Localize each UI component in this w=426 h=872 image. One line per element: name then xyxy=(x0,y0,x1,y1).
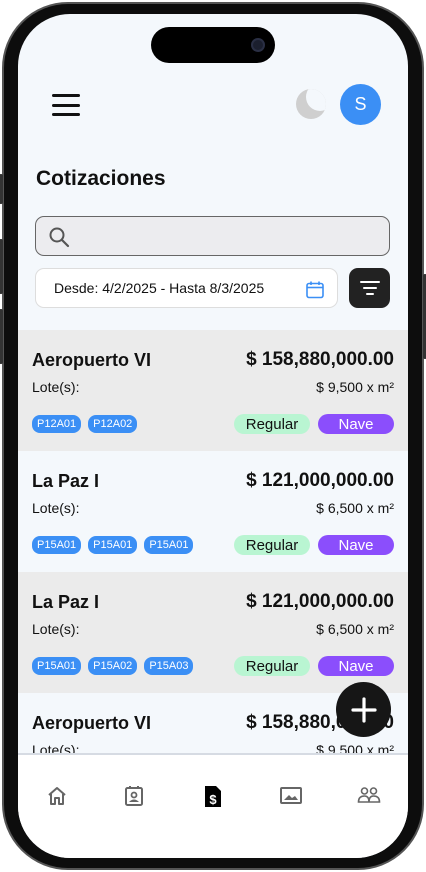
page-title: Cotizaciones xyxy=(36,167,166,190)
lot-chip: P15A01 xyxy=(88,536,138,554)
svg-text:$: $ xyxy=(209,792,217,807)
lot-chip: P15A01 xyxy=(32,536,82,554)
lot-chip: P15A01 xyxy=(144,536,194,554)
search-input[interactable] xyxy=(35,216,390,256)
search-icon xyxy=(49,227,70,248)
calendar-icon[interactable] xyxy=(305,280,325,300)
lotes-label: Lote(s): xyxy=(32,500,80,516)
quote-name: Aeropuerto VI xyxy=(32,350,152,370)
quote-card[interactable]: Aeropuerto VI $ 158,880,000.00 Lote(s): … xyxy=(18,330,408,451)
avatar[interactable]: S xyxy=(340,84,381,125)
type-badge: Regular xyxy=(234,535,310,555)
quote-total: $ 158,880,000.00 xyxy=(246,349,394,370)
add-quote-button[interactable] xyxy=(336,682,391,737)
dark-mode-toggle-icon[interactable] xyxy=(296,89,326,119)
filter-button[interactable] xyxy=(349,268,390,308)
price-per-m2: $ 6,500 x m² xyxy=(316,621,394,637)
invoice-icon[interactable]: $ xyxy=(203,785,223,809)
lot-chip: P12A01 xyxy=(32,415,82,433)
date-range-text: Desde: 4/2/2025 - Hasta 8/3/2025 xyxy=(54,280,265,296)
camera-icon xyxy=(251,38,265,52)
bottom-nav: $ xyxy=(18,753,408,858)
lotes-label: Lote(s): xyxy=(32,621,80,637)
contact-icon[interactable] xyxy=(123,785,145,807)
lot-chip: P15A03 xyxy=(144,657,194,675)
lot-chip: P12A02 xyxy=(88,415,138,433)
quote-total: $ 121,000,000.00 xyxy=(246,470,394,491)
price-per-m2: $ 6,500 x m² xyxy=(316,500,394,516)
quote-card[interactable]: La Paz I $ 121,000,000.00 Lote(s): $ 6,5… xyxy=(18,572,408,693)
side-button xyxy=(0,309,3,364)
type-badge: Regular xyxy=(234,656,310,676)
price-per-m2: $ 9,500 x m² xyxy=(316,379,394,395)
category-badge: Nave xyxy=(318,535,394,555)
quote-card[interactable]: La Paz I $ 121,000,000.00 Lote(s): $ 6,5… xyxy=(18,451,408,572)
quote-name: La Paz I xyxy=(32,471,100,491)
type-badge: Regular xyxy=(234,414,310,434)
quote-name: Aeropuerto VI xyxy=(32,713,152,733)
category-badge: Nave xyxy=(318,656,394,676)
app-screen: S Cotizaciones Desde: 4/2/2025 - Hasta 8… xyxy=(18,14,408,858)
menu-icon[interactable] xyxy=(52,94,80,116)
side-button xyxy=(0,174,3,204)
category-badge: Nave xyxy=(318,414,394,434)
gallery-icon[interactable] xyxy=(279,785,303,807)
quote-name: La Paz I xyxy=(32,592,100,612)
side-button xyxy=(0,239,3,294)
quote-total: $ 121,000,000.00 xyxy=(246,591,394,612)
users-icon[interactable] xyxy=(357,785,381,807)
lotes-label: Lote(s): xyxy=(32,379,80,395)
lot-chip: P15A01 xyxy=(32,657,82,675)
lot-chip: P15A02 xyxy=(88,657,138,675)
home-icon[interactable] xyxy=(46,785,68,807)
date-range-picker[interactable]: Desde: 4/2/2025 - Hasta 8/3/2025 xyxy=(35,268,338,308)
quotes-list: Aeropuerto VI $ 158,880,000.00 Lote(s): … xyxy=(18,330,408,814)
dynamic-island xyxy=(151,27,275,63)
plus-icon xyxy=(350,696,377,723)
